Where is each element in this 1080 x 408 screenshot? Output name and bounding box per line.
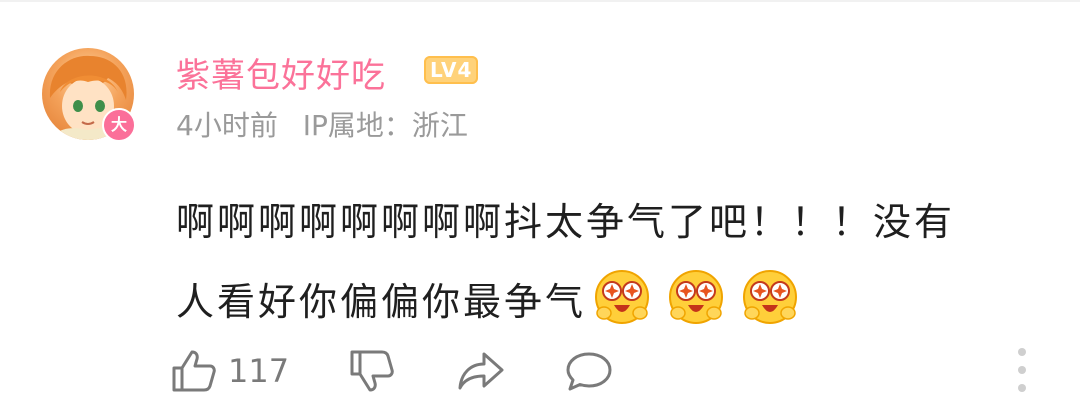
like-count: 117 — [228, 352, 290, 390]
starry-eyed-emoji-icon — [743, 270, 798, 324]
level-badge: LV4 — [424, 56, 479, 84]
thumbs-up-icon — [172, 350, 216, 392]
comment-text-line-2-text: 人看好你偏偏你最争气 — [176, 280, 587, 324]
comment-meta: 4小时前 IP属地：浙江 — [176, 104, 484, 144]
thumbs-down-icon — [350, 350, 394, 392]
more-vertical-icon-dot — [1018, 348, 1026, 356]
dislike-button[interactable] — [348, 348, 396, 394]
avatar-rank-badge: 大 — [102, 108, 136, 142]
more-vertical-icon-dot — [1018, 366, 1026, 374]
share-button[interactable] — [456, 348, 506, 394]
comment-text-line-2: 人看好你偏偏你最争气 — [176, 262, 1046, 342]
timestamp: 4小时前 — [176, 109, 278, 142]
username[interactable]: 紫薯包好好吃 — [176, 48, 386, 97]
comment-bubble-icon — [566, 352, 612, 391]
more-options-button[interactable] — [1012, 348, 1032, 392]
share-arrow-icon — [458, 352, 504, 390]
starry-eyed-emoji-icon — [669, 270, 724, 324]
ip-location: IP属地：浙江 — [302, 109, 468, 142]
reply-button[interactable] — [564, 348, 614, 394]
top-divider — [0, 0, 1080, 2]
comment-text-line-1: 啊啊啊啊啊啊啊啊抖太争气了吧！！！没有 — [176, 200, 956, 244]
more-vertical-icon-dot — [1018, 384, 1026, 392]
starry-eyed-emoji-icon — [595, 270, 650, 324]
comment-body: 啊啊啊啊啊啊啊啊抖太争气了吧！！！没有 人看好你偏偏你最争气 — [176, 182, 1046, 342]
like-button[interactable]: 117 — [170, 348, 289, 394]
